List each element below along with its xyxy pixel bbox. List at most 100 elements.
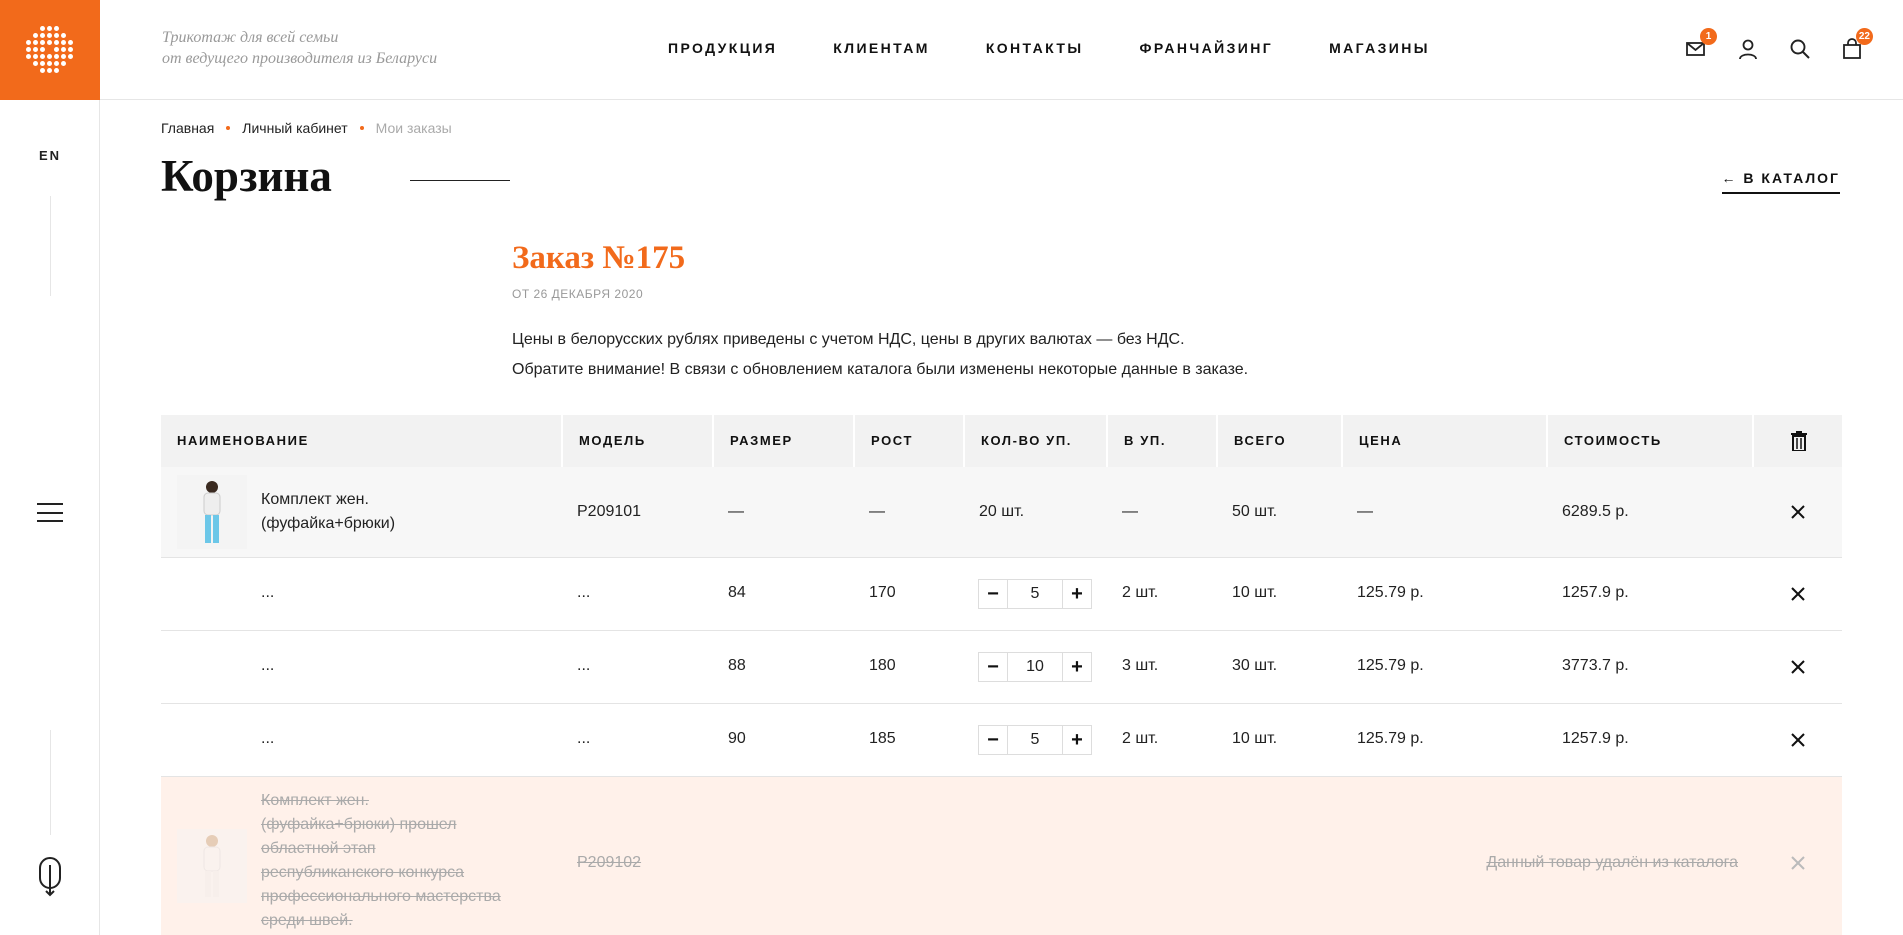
variant-cost: 1257.9 р. bbox=[1562, 730, 1629, 747]
search-icon bbox=[1790, 39, 1810, 59]
order-table: НАИМЕНОВАНИЕ МОДЕЛЬ РАЗМЕР РОСТ КОЛ-ВО У… bbox=[161, 415, 1842, 935]
deleted-product-message: Данный товар удалён из каталога bbox=[1486, 854, 1738, 871]
deleted-product-model: P209102 bbox=[577, 854, 642, 871]
remove-variant-icon[interactable] bbox=[1790, 732, 1806, 748]
quantity-stepper: − 5 + bbox=[978, 725, 1092, 755]
tagline-line: Трикотаж для всей семьи bbox=[162, 29, 339, 46]
increment-button[interactable]: + bbox=[1063, 653, 1091, 681]
quantity-input[interactable]: 5 bbox=[1007, 580, 1063, 608]
rail-divider bbox=[50, 196, 51, 296]
col-size: РАЗМЕР bbox=[712, 415, 853, 467]
deleted-name-line: Комплект жен. bbox=[261, 792, 369, 809]
table-row-deleted-product: Комплект жен. (фуфайка+брюки) прошел обл… bbox=[161, 777, 1842, 935]
variant-per-pack: 3 шт. bbox=[1122, 657, 1159, 674]
cart-button[interactable]: 22 bbox=[1841, 28, 1873, 60]
account-button[interactable] bbox=[1737, 38, 1759, 60]
breadcrumb-account[interactable]: Личный кабинет bbox=[242, 120, 347, 136]
quantity-stepper: − 5 + bbox=[978, 579, 1092, 609]
header-icons: 1 22 bbox=[1685, 28, 1873, 60]
nav-item-stores[interactable]: МАГАЗИНЫ bbox=[1329, 40, 1430, 56]
deleted-name-line: (фуфайка+брюки) прошел bbox=[261, 816, 457, 833]
product-height: — bbox=[869, 503, 885, 520]
logo-dots-icon bbox=[26, 26, 74, 74]
product-per-pack: — bbox=[1122, 503, 1138, 520]
col-price: ЦЕНА bbox=[1341, 415, 1546, 467]
search-button[interactable] bbox=[1789, 38, 1811, 60]
increment-button[interactable]: + bbox=[1063, 726, 1091, 754]
nav-item-franchising[interactable]: ФРАНЧАЙЗИНГ bbox=[1140, 40, 1274, 56]
cart-badge: 22 bbox=[1855, 28, 1873, 45]
variant-per-pack: 2 шт. bbox=[1122, 730, 1159, 747]
product-name-line: (фуфайка+брюки) bbox=[261, 515, 396, 532]
increment-button[interactable]: + bbox=[1063, 580, 1091, 608]
variant-price: 125.79 р. bbox=[1357, 730, 1424, 747]
title-divider bbox=[410, 180, 510, 181]
variant-size: 88 bbox=[728, 657, 746, 674]
decrement-button[interactable]: − bbox=[979, 726, 1007, 754]
product-image bbox=[203, 835, 221, 897]
variant-cost: 3773.7 р. bbox=[1562, 657, 1629, 674]
remove-variant-icon[interactable] bbox=[1790, 586, 1806, 602]
deleted-product-thumbnail bbox=[177, 829, 247, 903]
variant-height: 185 bbox=[869, 730, 896, 747]
variant-height: 170 bbox=[869, 584, 896, 601]
variant-model: ... bbox=[577, 657, 591, 674]
variant-total: 30 шт. bbox=[1232, 657, 1278, 674]
col-per-pack: В УП. bbox=[1106, 415, 1216, 467]
quantity-input[interactable]: 10 bbox=[1007, 653, 1063, 681]
product-total: 50 шт. bbox=[1232, 503, 1278, 520]
back-to-catalog-link[interactable]: ← В КАТАЛОГ bbox=[1721, 170, 1840, 194]
catalog-update-note: Обратите внимание! В связи с обновлением… bbox=[512, 361, 1249, 378]
quantity-input[interactable]: 5 bbox=[1007, 726, 1063, 754]
variant-name: ... bbox=[261, 730, 275, 747]
nav-item-clients[interactable]: КЛИЕНТАМ bbox=[833, 40, 930, 56]
site-header: Трикотаж для всей семьи от ведущего прои… bbox=[100, 0, 1903, 100]
user-icon bbox=[1739, 39, 1757, 60]
breadcrumb-home[interactable]: Главная bbox=[161, 120, 214, 136]
order-date: ОТ 26 ДЕКАБРЯ 2020 bbox=[512, 287, 644, 301]
remove-product-icon[interactable] bbox=[1790, 504, 1806, 520]
table-row-variant: ... ... 90 185 − 5 + 2 шт. 10 шт. 125.79… bbox=[161, 704, 1842, 777]
menu-icon[interactable] bbox=[37, 503, 63, 522]
variant-size: 84 bbox=[728, 584, 746, 601]
variant-height: 180 bbox=[869, 657, 896, 674]
remove-deleted-product-icon[interactable] bbox=[1790, 855, 1806, 871]
variant-total: 10 шт. bbox=[1232, 584, 1278, 601]
variant-per-pack: 2 шт. bbox=[1122, 584, 1159, 601]
col-delete-all[interactable] bbox=[1752, 415, 1842, 467]
table-row-product: Комплект жен. (фуфайка+брюки) P209101 — … bbox=[161, 467, 1842, 558]
table-row-variant: ... ... 84 170 − 5 + 2 шт. 10 шт. 125.79… bbox=[161, 558, 1842, 631]
main-nav: ПРОДУКЦИЯ КЛИЕНТАМ КОНТАКТЫ ФРАНЧАЙЗИНГ … bbox=[668, 40, 1430, 56]
deleted-name-line: среди швей. bbox=[261, 912, 353, 929]
trash-icon bbox=[1791, 431, 1807, 451]
rail-divider bbox=[50, 730, 51, 835]
language-switch[interactable]: EN bbox=[0, 148, 100, 163]
col-packs: КОЛ-ВО УП. bbox=[963, 415, 1106, 467]
breadcrumb-separator bbox=[359, 126, 364, 130]
variant-name: ... bbox=[261, 584, 275, 601]
tagline: Трикотаж для всей семьи от ведущего прои… bbox=[162, 27, 437, 69]
product-name[interactable]: Комплект жен. (фуфайка+брюки) bbox=[261, 488, 395, 536]
variant-model: ... bbox=[577, 584, 591, 601]
col-name: НАИМЕНОВАНИЕ bbox=[177, 433, 309, 448]
order-title: Заказ №175 bbox=[512, 240, 686, 276]
messages-button[interactable]: 1 bbox=[1685, 28, 1717, 60]
product-image bbox=[203, 481, 221, 543]
nav-item-contacts[interactable]: КОНТАКТЫ bbox=[986, 40, 1084, 56]
decrement-button[interactable]: − bbox=[979, 580, 1007, 608]
logo[interactable] bbox=[0, 0, 100, 100]
product-name-line: Комплект жен. bbox=[261, 491, 369, 508]
scroll-mouse-icon[interactable] bbox=[38, 857, 62, 897]
remove-variant-icon[interactable] bbox=[1790, 659, 1806, 675]
page-title: Корзина bbox=[161, 151, 332, 201]
deleted-name-line: областной этап bbox=[261, 840, 376, 857]
decrement-button[interactable]: − bbox=[979, 653, 1007, 681]
variant-cost: 1257.9 р. bbox=[1562, 584, 1629, 601]
col-model: МОДЕЛЬ bbox=[561, 415, 712, 467]
nav-item-products[interactable]: ПРОДУКЦИЯ bbox=[668, 40, 777, 56]
product-thumbnail[interactable] bbox=[177, 475, 247, 549]
deleted-name-line: республиканского конкурса bbox=[261, 864, 465, 881]
product-price: — bbox=[1357, 503, 1373, 520]
vat-note: Цены в белорусских рублях приведены с уч… bbox=[512, 331, 1185, 348]
breadcrumb-current: Мои заказы bbox=[375, 120, 452, 136]
